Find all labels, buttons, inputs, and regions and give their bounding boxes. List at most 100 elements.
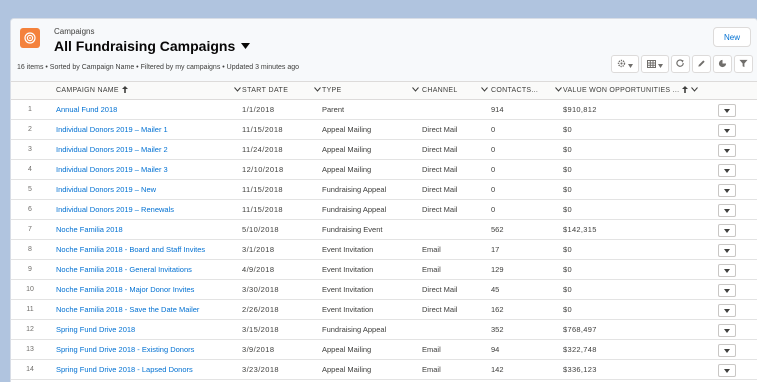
- list-toolbar: [611, 55, 753, 73]
- start-date-cell: 4/9/2018: [242, 265, 275, 274]
- table-header-row: CAMPAIGN NAME START DATE TYPE CHANNEL CO…: [11, 82, 757, 100]
- table-row: 5 Individual Donors 2019 – New 11/15/201…: [11, 180, 757, 200]
- value-won-cell: $142,315: [563, 225, 597, 234]
- chevron-down-icon[interactable]: [234, 87, 241, 94]
- campaign-name-link[interactable]: Noche Familia 2018 - Major Donor Invites: [56, 285, 194, 294]
- row-actions-button[interactable]: [718, 144, 736, 157]
- channel-cell: [422, 220, 482, 239]
- start-date-cell: 11/24/2018: [242, 145, 283, 154]
- column-header-type[interactable]: TYPE: [322, 82, 422, 99]
- row-number: 7: [28, 226, 32, 233]
- campaign-name-link[interactable]: Individual Donors 2019 – Mailer 2: [56, 145, 168, 154]
- campaign-name-link[interactable]: Spring Fund Drive 2018 - Lapsed Donors: [56, 365, 193, 374]
- row-actions-button[interactable]: [718, 164, 736, 177]
- object-label: Campaigns: [54, 27, 95, 36]
- display-as-button[interactable]: [641, 55, 669, 73]
- type-cell: Appeal Mailing: [322, 365, 372, 374]
- contacts-cell: 0: [491, 165, 496, 174]
- charts-button[interactable]: [713, 55, 732, 73]
- start-date-cell: 5/10/2018: [242, 225, 279, 234]
- filter-icon: [739, 55, 748, 73]
- column-header-value-won[interactable]: VALUE WON OPPORTUNITIES ...: [563, 82, 713, 99]
- channel-cell: Email: [422, 265, 441, 274]
- new-button[interactable]: New: [713, 27, 751, 47]
- row-actions-button[interactable]: [718, 264, 736, 277]
- caret-down-icon: [658, 55, 663, 73]
- row-actions-button[interactable]: [718, 364, 736, 377]
- caret-down-icon: [724, 346, 730, 355]
- chevron-down-icon[interactable]: [314, 87, 321, 94]
- row-actions-button[interactable]: [718, 324, 736, 337]
- row-actions-button[interactable]: [718, 184, 736, 197]
- start-date-cell: 11/15/2018: [242, 185, 283, 194]
- column-header-channel[interactable]: CHANNEL: [422, 82, 482, 99]
- row-actions-button[interactable]: [718, 124, 736, 137]
- campaign-name-link[interactable]: Individual Donors 2019 – Mailer 3: [56, 165, 168, 174]
- contacts-cell: 0: [491, 125, 496, 134]
- row-number: 1: [28, 106, 32, 113]
- caret-down-icon: [241, 43, 251, 49]
- start-date-cell: 1/1/2018: [242, 105, 275, 114]
- value-won-cell: $0: [563, 185, 572, 194]
- chevron-down-icon[interactable]: [691, 87, 699, 94]
- campaign-name-link[interactable]: Annual Fund 2018: [56, 105, 117, 114]
- campaigns-table: CAMPAIGN NAME START DATE TYPE CHANNEL CO…: [11, 82, 757, 382]
- row-actions-button[interactable]: [718, 244, 736, 257]
- contacts-cell: 17: [491, 245, 500, 254]
- campaign-name-link[interactable]: Individual Donors 2019 – Mailer 1: [56, 125, 168, 134]
- campaign-name-cell: Noche Familia 2018 - Major Donor Invites: [56, 280, 236, 299]
- list-settings-button[interactable]: [611, 55, 639, 73]
- row-actions-button[interactable]: [718, 224, 736, 237]
- chevron-down-icon[interactable]: [555, 87, 562, 94]
- campaign-name-link[interactable]: Noche Familia 2018: [56, 225, 123, 234]
- value-won-cell: $768,497: [563, 325, 597, 334]
- list-info-text: 16 items • Sorted by Campaign Name • Fil…: [17, 64, 300, 71]
- start-date-cell: 12/10/2018: [242, 165, 284, 174]
- column-header-contacts[interactable]: CONTACTS...: [491, 82, 556, 99]
- channel-cell: Direct Mail: [422, 185, 458, 194]
- row-actions-button[interactable]: [718, 344, 736, 357]
- list-view-selector[interactable]: All Fundraising Campaigns: [54, 38, 251, 54]
- caret-down-icon: [628, 55, 633, 73]
- campaign-name-cell: Spring Fund Drive 2018 - Existing Donors: [56, 340, 236, 359]
- row-number: 11: [26, 306, 34, 313]
- campaign-name-cell: Noche Familia 2018 - Board and Staff Inv…: [56, 240, 236, 259]
- column-header-campaign-name[interactable]: CAMPAIGN NAME: [56, 82, 236, 99]
- campaign-name-link[interactable]: Noche Familia 2018 - Board and Staff Inv…: [56, 245, 205, 254]
- table-row: 6 Individual Donors 2019 – Renewals 11/1…: [11, 200, 757, 220]
- type-cell: Fundraising Appeal: [322, 205, 387, 214]
- refresh-button[interactable]: [671, 55, 690, 73]
- channel-cell: Direct Mail: [422, 205, 458, 214]
- edit-list-button[interactable]: [692, 55, 711, 73]
- campaign-name-link[interactable]: Noche Familia 2018 - General Invitations: [56, 265, 192, 274]
- filter-button[interactable]: [734, 55, 753, 73]
- table-row: 14 Spring Fund Drive 2018 - Lapsed Donor…: [11, 360, 757, 380]
- row-number: 9: [28, 266, 32, 273]
- chevron-down-icon[interactable]: [481, 87, 488, 94]
- chevron-down-icon[interactable]: [412, 87, 419, 94]
- row-actions-button[interactable]: [718, 104, 736, 117]
- campaign-name-link[interactable]: Spring Fund Drive 2018: [56, 325, 135, 334]
- type-cell: Appeal Mailing: [322, 125, 372, 134]
- row-actions-button[interactable]: [718, 284, 736, 297]
- row-actions-button[interactable]: [718, 304, 736, 317]
- column-header-start-date[interactable]: START DATE: [242, 82, 310, 99]
- table-row: 8 Noche Familia 2018 - Board and Staff I…: [11, 240, 757, 260]
- start-date-cell: 3/9/2018: [242, 345, 275, 354]
- type-cell: Fundraising Event: [322, 225, 383, 234]
- campaign-name-link[interactable]: Noche Familia 2018 - Save the Date Maile…: [56, 305, 199, 314]
- type-cell: Appeal Mailing: [322, 145, 372, 154]
- channel-cell: [422, 100, 482, 119]
- campaign-name-link[interactable]: Individual Donors 2019 – Renewals: [56, 205, 174, 214]
- row-actions-button[interactable]: [718, 204, 736, 217]
- channel-cell: Email: [422, 345, 441, 354]
- row-number: 4: [28, 166, 32, 173]
- type-cell: Event Invitation: [322, 265, 374, 274]
- campaign-icon: [20, 28, 40, 48]
- table-row: 2 Individual Donors 2019 – Mailer 1 11/1…: [11, 120, 757, 140]
- campaign-name-cell: Spring Fund Drive 2018 - Lapsed Donors: [56, 360, 236, 379]
- value-won-cell: $0: [563, 145, 572, 154]
- campaign-name-link[interactable]: Individual Donors 2019 – New: [56, 185, 156, 194]
- contacts-cell: 94: [491, 345, 500, 354]
- campaign-name-link[interactable]: Spring Fund Drive 2018 - Existing Donors: [56, 345, 194, 354]
